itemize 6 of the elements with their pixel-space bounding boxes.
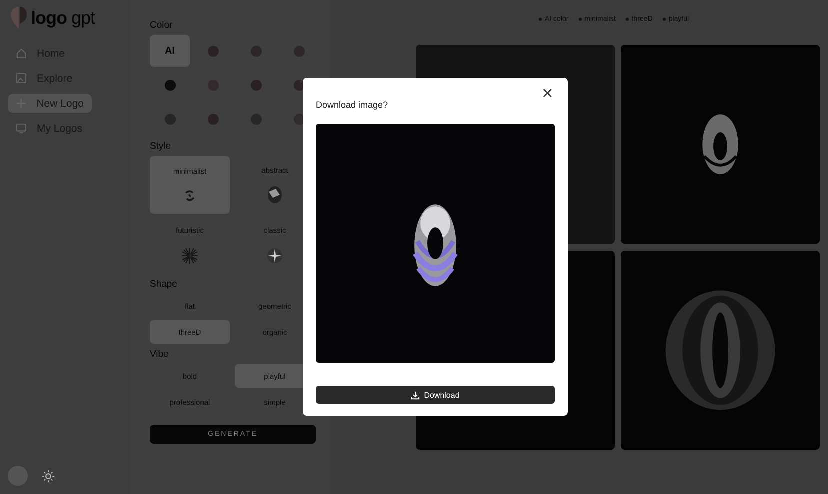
section-title: Color <box>150 20 174 31</box>
section-title: Style <box>150 141 172 152</box>
logo-text: logo gpt <box>31 8 96 28</box>
section-title: Vibe <box>150 349 170 360</box>
section-title: Shape <box>150 279 178 290</box>
dialog-title: Download image? <box>316 100 388 110</box>
